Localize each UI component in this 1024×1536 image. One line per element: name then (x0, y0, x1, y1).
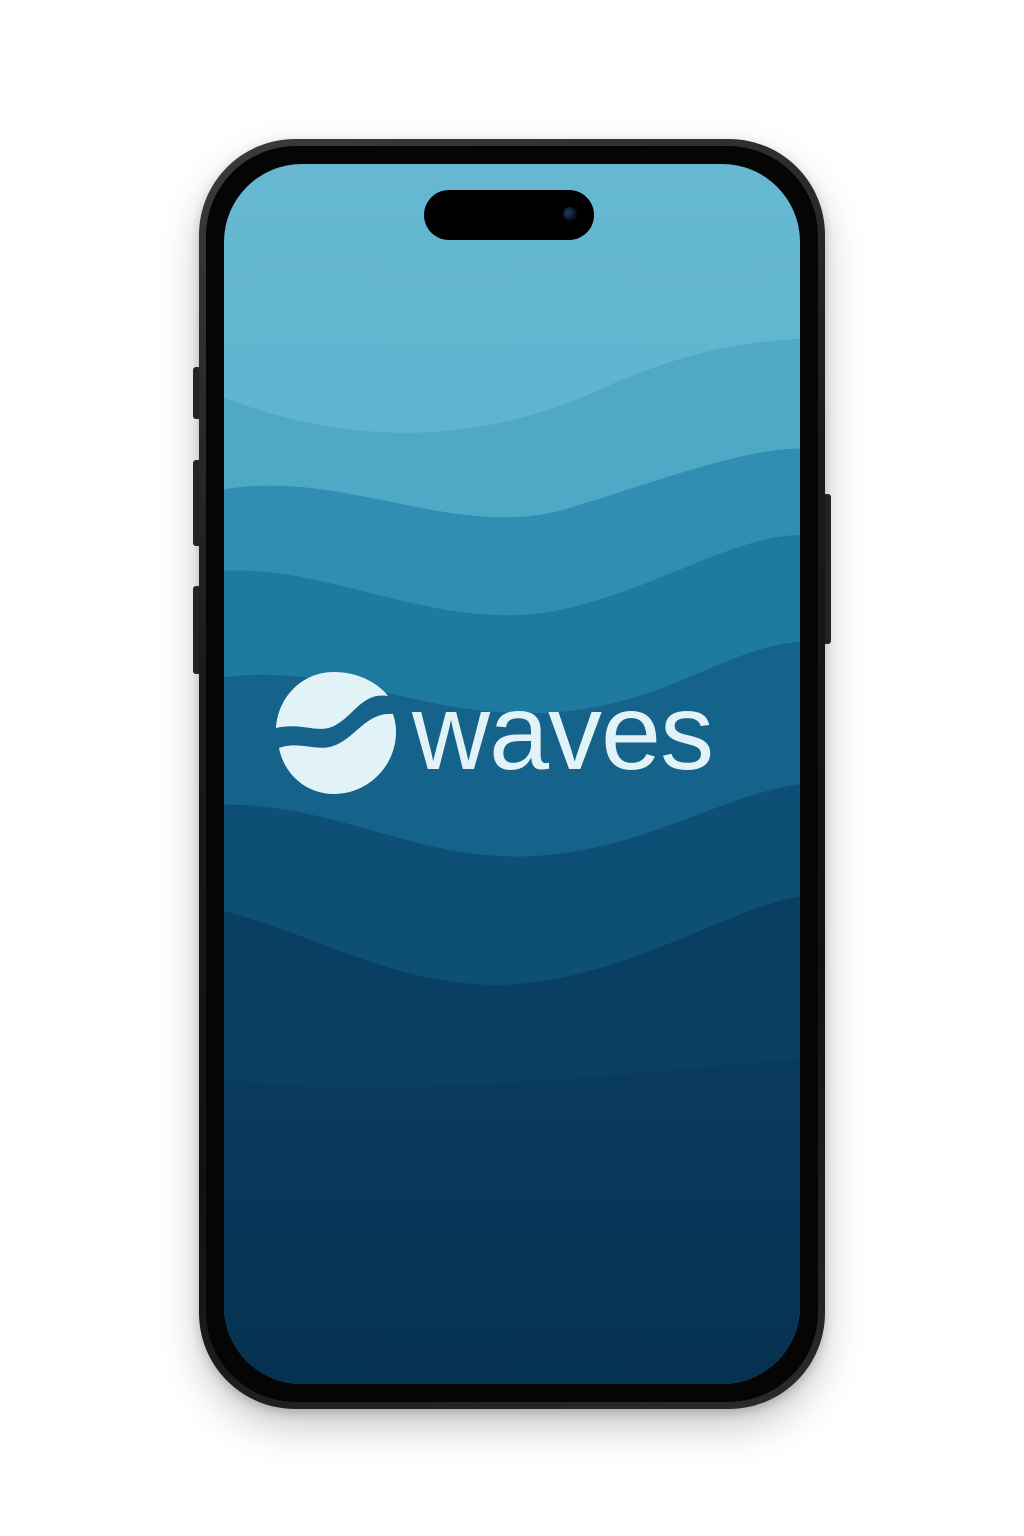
front-camera-icon (563, 207, 577, 221)
wave-circle-icon (276, 672, 396, 794)
dynamic-island (424, 190, 594, 240)
splash-screen: waves (224, 164, 800, 1384)
page: waves (0, 0, 1024, 1536)
deep-band (224, 1058, 800, 1384)
phone-frame: waves (199, 139, 825, 1409)
brand-logo: waves (272, 670, 772, 800)
phone-bezel: waves (206, 146, 818, 1402)
brand-wordmark: waves (412, 671, 714, 792)
